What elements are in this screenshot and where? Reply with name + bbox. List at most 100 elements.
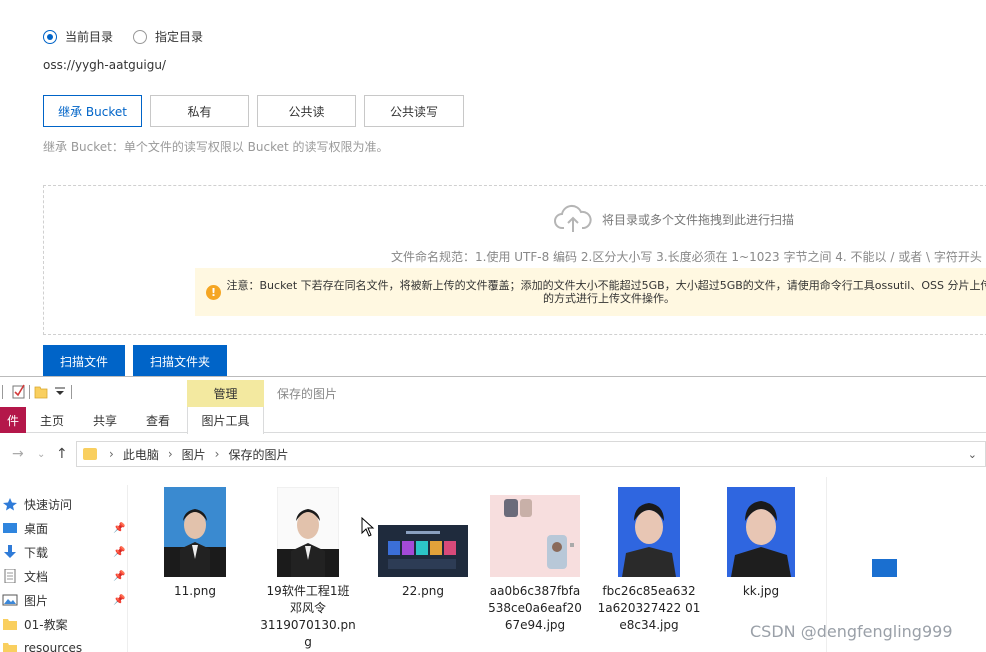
properties-icon[interactable]: [12, 383, 26, 399]
nav-item-label: 下载: [24, 545, 49, 560]
file-list-pane: 11.png 19软件工程1班 邓风令 3119070130.pn g 22.p…: [129, 477, 826, 652]
tab-view[interactable]: 查看: [146, 407, 170, 433]
nav-item-pictures[interactable]: 图片 📌: [0, 589, 128, 611]
radio-specified-directory[interactable]: 指定目录: [133, 28, 203, 45]
toolbar-divider: [2, 385, 3, 399]
breadcrumb-saved-pictures[interactable]: 保存的图片: [228, 446, 288, 463]
window-title: 保存的图片: [277, 387, 338, 401]
file-name: 11.png: [174, 584, 216, 598]
file-thumbnail: [727, 485, 795, 577]
customize-dropdown-icon[interactable]: [53, 383, 67, 399]
breadcrumb-this-pc[interactable]: 此电脑: [123, 446, 159, 463]
nav-item-folder-01[interactable]: 01-教案: [0, 613, 128, 635]
directory-radio-group: 当前目录 指定目录: [43, 28, 223, 45]
nav-item-label: resources: [24, 641, 83, 652]
radio-specified-label: 指定目录: [155, 30, 204, 44]
nav-item-quick-access[interactable]: 快速访问: [0, 493, 128, 515]
portrait-photo-icon: [277, 487, 339, 577]
watermark: CSDN @dengfengling999: [750, 622, 953, 641]
oss-upload-panel: 当前目录 指定目录 oss://yygh-aatguigu/ 继承 Bucket…: [0, 0, 986, 377]
mouse-cursor-icon: [361, 517, 375, 537]
file-item[interactable]: fbc26c85ea632 1a620327422 01 e8c34.jpg: [594, 477, 704, 634]
nav-item-label: 文档: [24, 569, 49, 584]
nav-item-label: 图片: [24, 593, 49, 608]
folder-icon: [83, 448, 97, 460]
file-item[interactable]: 22.png: [368, 477, 478, 600]
radio-current-directory[interactable]: 当前目录: [43, 28, 113, 45]
tab-file[interactable]: 件: [0, 407, 26, 433]
radio-current-label: 当前目录: [65, 30, 114, 44]
portrait-photo-icon: [618, 487, 680, 577]
breadcrumb-separator-icon: ›: [109, 447, 114, 461]
nav-item-documents[interactable]: 文档 📌: [0, 565, 128, 587]
up-arrow-icon[interactable]: ↑: [56, 446, 68, 462]
acl-private-button[interactable]: 私有: [150, 95, 249, 127]
nav-item-label: 桌面: [24, 521, 49, 536]
file-name: 22.png: [402, 584, 444, 598]
nav-item-label: 01-教案: [24, 617, 68, 632]
file-item[interactable]: 11.png: [140, 477, 250, 600]
nav-item-resources[interactable]: resources: [0, 637, 128, 652]
scan-folder-button[interactable]: 扫描文件夹: [133, 345, 227, 377]
drop-hint: 将目录或多个文件拖拽到此进行扫描: [554, 204, 794, 234]
radio-dot-checked: [43, 29, 57, 44]
acl-public-read-button[interactable]: 公共读: [257, 95, 356, 127]
tab-share[interactable]: 共享: [93, 407, 117, 433]
recent-locations-chevron-icon[interactable]: ⌄: [37, 449, 45, 460]
forward-arrow-icon[interactable]: →: [12, 446, 24, 462]
file-name: aa0b6c387fbfa 538ce0a6eaf20 67e94.jpg: [488, 584, 582, 632]
folder-icon: [3, 619, 17, 630]
file-thumbnail: [618, 485, 680, 577]
file-explorer-window: 管理 保存的图片 件 主页 共享 查看 图片工具 → ⌄ ↑ › 此电脑 › 图…: [0, 376, 986, 652]
nav-item-label: 快速访问: [24, 497, 73, 512]
radio-dot: [133, 29, 148, 44]
image-collage-icon: [490, 495, 580, 577]
manage-context-tab[interactable]: 管理: [187, 380, 264, 407]
folder-icon: [3, 643, 17, 652]
pin-icon[interactable]: 📌: [113, 595, 125, 606]
desktop-icon: [3, 523, 17, 533]
tab-picture-tools[interactable]: 图片工具: [187, 407, 264, 434]
acl-public-read-write-button[interactable]: 公共读写: [364, 95, 464, 127]
pin-icon[interactable]: 📌: [113, 547, 125, 558]
file-item[interactable]: kk.jpg: [706, 477, 816, 600]
pin-icon[interactable]: 📌: [113, 571, 125, 582]
new-folder-icon[interactable]: [34, 383, 48, 399]
acl-hint: 继承 Bucket：单个文件的读写权限以 Bucket 的读写权限为准。: [43, 140, 389, 154]
file-item[interactable]: aa0b6c387fbfa 538ce0a6eaf20 67e94.jpg: [480, 477, 590, 634]
warning-text: 注意：Bucket 下若存在同名文件，将被新上传的文件覆盖；添加的文件大小不能超…: [226, 279, 986, 305]
toolbar-divider: [71, 385, 72, 399]
download-icon: [4, 545, 16, 558]
preview-image: [872, 559, 897, 577]
oss-path: oss://yygh-aatguigu/: [43, 58, 166, 72]
file-thumbnail: [277, 485, 339, 577]
file-dropzone[interactable]: 将目录或多个文件拖拽到此进行扫描 文件命名规范：1.使用 UTF-8 编码 2.…: [43, 185, 986, 335]
toolbar-divider: [29, 385, 30, 399]
pin-icon[interactable]: 📌: [113, 523, 125, 534]
acl-inherit-bucket-button[interactable]: 继承 Bucket: [43, 95, 142, 127]
tab-home[interactable]: 主页: [40, 407, 64, 433]
file-thumbnail: [378, 485, 468, 577]
quick-access-toolbar: 管理 保存的图片: [0, 377, 986, 407]
acl-button-group: 继承 Bucket 私有 公共读 公共读写: [43, 95, 472, 127]
ribbon-tabs: 件 主页 共享 查看 图片工具: [0, 407, 986, 434]
address-bar[interactable]: › 此电脑 › 图片 › 保存的图片 ⌄: [76, 441, 986, 467]
file-item[interactable]: 19软件工程1班 邓风令 3119070130.pn g: [253, 477, 363, 651]
file-thumbnail: [164, 485, 226, 577]
file-thumbnail: [490, 485, 580, 577]
navigation-pane: 快速访问 桌面 📌 下载 📌 文档 📌 图片 📌 01-教案 resources: [0, 485, 128, 652]
scan-file-button[interactable]: 扫描文件: [43, 345, 125, 377]
app-screenshot-icon: [378, 525, 468, 577]
warning-icon: !: [206, 284, 221, 300]
cloud-upload-icon: [554, 204, 592, 232]
breadcrumb-pictures[interactable]: 图片: [182, 446, 206, 463]
address-row: → ⌄ ↑ › 此电脑 › 图片 › 保存的图片 ⌄: [0, 434, 986, 476]
file-name: kk.jpg: [742, 584, 780, 598]
nav-item-desktop[interactable]: 桌面 📌: [0, 517, 128, 539]
breadcrumb-separator-icon: ›: [167, 447, 173, 461]
nav-item-downloads[interactable]: 下载 📌: [0, 541, 128, 563]
document-icon: [4, 569, 16, 583]
breadcrumb-separator-icon: ›: [214, 447, 220, 461]
address-dropdown-chevron-icon[interactable]: ⌄: [968, 448, 977, 461]
file-name: 19软件工程1班 邓风令 3119070130.pn g: [260, 584, 356, 649]
